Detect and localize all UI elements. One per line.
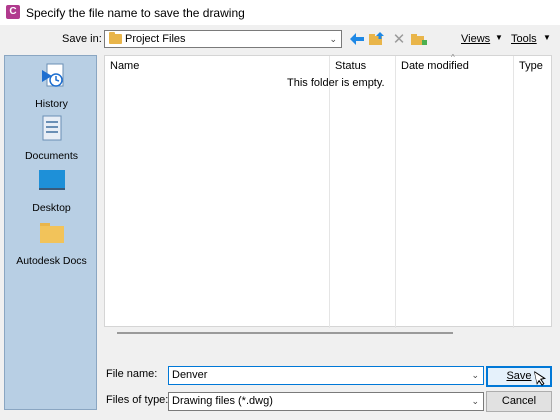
folder-icon [38, 219, 66, 247]
file-type-label: Files of type: [106, 394, 169, 406]
tools-label: Tools [511, 33, 537, 45]
file-name-label: File name: [106, 368, 158, 380]
file-name-input[interactable]: Denver ⌄ [168, 366, 484, 385]
place-autodesk-docs[interactable]: Autodesk Docs [5, 219, 98, 267]
file-type-select[interactable]: Drawing files (*.dwg) ⌄ [168, 392, 484, 411]
column-divider [513, 56, 514, 328]
place-documents[interactable]: Documents [5, 114, 98, 162]
dialog-title: Specify the file name to save the drawin… [26, 6, 245, 20]
folder-icon [109, 32, 122, 44]
cancel-button[interactable]: Cancel [486, 391, 552, 412]
place-label: Desktop [32, 202, 71, 214]
tools-menu[interactable]: Tools [511, 33, 537, 45]
chevron-down-icon[interactable]: ⌄ [471, 370, 479, 381]
column-divider [395, 56, 396, 328]
file-type-value: Drawing files (*.dwg) [172, 395, 273, 407]
place-label: History [35, 98, 68, 110]
chevron-down-icon: ⌄ [329, 34, 337, 44]
column-divider [329, 56, 330, 328]
desktop-icon [38, 166, 66, 194]
documents-icon [38, 114, 66, 142]
column-header-name[interactable]: Name [110, 60, 139, 72]
title-bar: C Specify the file name to save the draw… [0, 0, 560, 25]
chevron-down-icon[interactable]: ⌄ [471, 396, 479, 407]
views-label: Views [461, 33, 491, 45]
delete-icon[interactable]: ✕ [390, 30, 408, 48]
place-history[interactable]: History [5, 62, 98, 110]
back-arrow-icon[interactable] [348, 30, 366, 48]
views-menu[interactable]: Views [461, 33, 490, 45]
sort-indicator-icon: ^ [451, 53, 455, 62]
empty-folder-message: This folder is empty. [287, 77, 385, 89]
views-caret-icon[interactable]: ▼ [495, 33, 503, 42]
column-header-date-modified[interactable]: Date modified [401, 60, 469, 72]
save-label: Save [506, 370, 532, 382]
tools-caret-icon[interactable]: ▼ [543, 33, 551, 42]
save-in-label: Save in: [62, 33, 102, 45]
column-header-type[interactable]: Type [519, 60, 543, 72]
file-list[interactable]: Name Status Date modified ^ Type This fo… [104, 53, 552, 334]
save-in-dropdown[interactable]: Project Files ⌄ [104, 30, 342, 48]
place-label: Autodesk Docs [16, 255, 87, 267]
save-in-value: Project Files [125, 33, 186, 45]
file-name-value: Denver [172, 369, 208, 381]
up-folder-icon[interactable] [368, 30, 386, 48]
horizontal-scrollbar[interactable] [117, 332, 453, 334]
place-label: Documents [24, 150, 79, 162]
places-bar: History Documents Desktop Autodesk Docs [4, 55, 97, 410]
new-folder-icon[interactable] [410, 30, 428, 48]
history-icon [38, 62, 66, 90]
place-desktop[interactable]: Desktop [5, 166, 98, 214]
column-header-status[interactable]: Status [335, 60, 366, 72]
cancel-label: Cancel [501, 395, 537, 407]
app-icon: C [6, 5, 20, 19]
